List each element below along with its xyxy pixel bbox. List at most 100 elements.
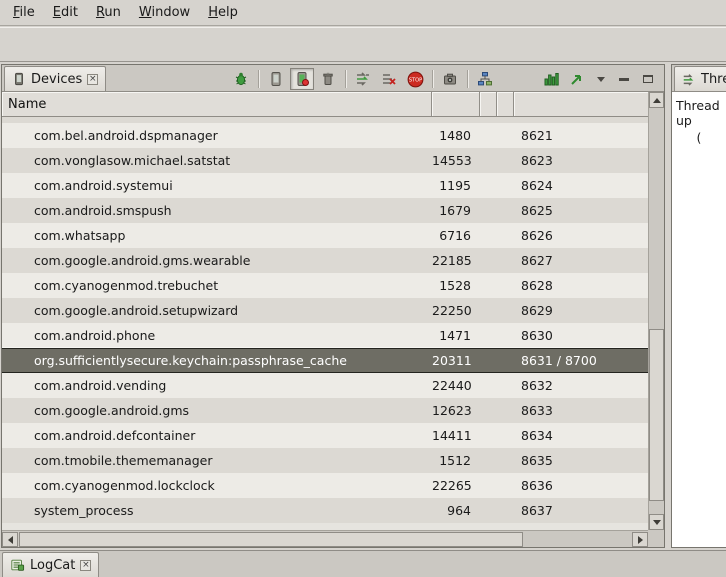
process-pid: 1528 (432, 278, 480, 293)
devices-view-toolbar: STOP (229, 67, 658, 91)
vertical-scroll-thumb[interactable] (649, 329, 664, 502)
scroll-left-icon[interactable] (2, 532, 18, 547)
process-port: 8634 (514, 428, 648, 443)
table-row[interactable]: com.cyanogenmod.trebuchet 1528 8628 (2, 273, 648, 298)
update-threads-icon[interactable] (351, 68, 375, 90)
process-port: 8629 (514, 303, 648, 318)
process-name: com.cyanogenmod.trebuchet (2, 278, 432, 293)
tab-devices[interactable]: Devices × (4, 66, 106, 91)
table-row-selected[interactable]: org.sufficientlysecure.keychain:passphra… (2, 348, 648, 373)
process-pid: 20311 (432, 353, 480, 368)
forward-arrow-icon[interactable] (565, 68, 589, 90)
process-table: Name com.bel.android.dspmanager 1480 862… (2, 92, 648, 547)
process-pid: 22440 (432, 378, 480, 393)
tab-logcat[interactable]: LogCat × (2, 552, 99, 577)
screen-capture-icon[interactable] (438, 68, 462, 90)
table-row[interactable]: com.google.android.gms 12623 8633 (2, 398, 648, 423)
table-row[interactable]: com.cyanogenmod.lockclock 22265 8636 (2, 473, 648, 498)
table-row[interactable]: system_process 964 8637 (2, 498, 648, 523)
table-row[interactable]: com.google.android.setupwizard 22250 862… (2, 298, 648, 323)
table-row[interactable]: com.android.systemui 1195 8624 (2, 173, 648, 198)
table-row[interactable]: com.android.vending 22440 8632 (2, 373, 648, 398)
process-port: 8624 (514, 178, 648, 193)
threads-content: Thread up ( (672, 92, 726, 547)
tab-logcat-label: LogCat (30, 558, 75, 573)
toolbar-separator (345, 70, 346, 88)
method-profiling-chart-icon[interactable] (539, 68, 563, 90)
menu-help[interactable]: Help (199, 2, 247, 23)
column-header-spacer[interactable] (497, 92, 514, 116)
tab-devices-close-icon[interactable]: × (87, 74, 98, 85)
devices-tab-bar: Devices × (2, 65, 664, 92)
table-row[interactable]: com.whatsapp 6716 8626 (2, 223, 648, 248)
menubar: File Edit Run Window Help (0, 0, 726, 26)
horizontal-scroll-thumb[interactable] (19, 532, 523, 547)
process-name: com.cyanogenmod.lockclock (2, 478, 432, 493)
view-menu-icon[interactable] (597, 77, 605, 82)
process-pid: 22265 (432, 478, 480, 493)
process-port: 8628 (514, 278, 648, 293)
tab-threads[interactable]: Threads (674, 66, 726, 91)
stop-process-icon[interactable]: STOP (403, 68, 427, 90)
tab-logcat-close-icon[interactable]: × (80, 560, 91, 571)
table-row[interactable]: com.android.phone 1471 8630 (2, 323, 648, 348)
process-pid: 1195 (432, 178, 480, 193)
process-name: com.android.systemui (2, 178, 432, 193)
column-header-pid[interactable] (432, 92, 480, 116)
column-header-name[interactable]: Name (2, 92, 432, 116)
start-method-profiling-icon[interactable] (377, 68, 401, 90)
scroll-down-icon[interactable] (649, 514, 664, 530)
table-row[interactable]: com.tmobile.thememanager 1512 8635 (2, 448, 648, 473)
maximize-icon[interactable] (643, 75, 653, 83)
process-pid: 12623 (432, 403, 480, 418)
process-port: 8636 (514, 478, 648, 493)
process-pid: 6716 (432, 228, 480, 243)
table-row[interactable]: com.google.android.gms.wearable 22185 86… (2, 248, 648, 273)
process-name: com.tmobile.thememanager (2, 453, 432, 468)
svg-text:STOP: STOP (408, 77, 421, 83)
scroll-up-icon[interactable] (649, 92, 664, 108)
process-pid: 1480 (432, 128, 480, 143)
process-pid: 14553 (432, 153, 480, 168)
process-name: com.android.vending (2, 378, 432, 393)
threads-message-line1: Thread up (676, 98, 722, 128)
menu-file[interactable]: File (4, 2, 44, 23)
tab-threads-label: Threads (701, 72, 726, 87)
scrollbar-corner (648, 530, 664, 547)
process-name: com.google.android.setupwizard (2, 303, 432, 318)
gc-icon[interactable] (316, 68, 340, 90)
column-header-spacer[interactable] (480, 92, 497, 116)
process-name: com.whatsapp (2, 228, 432, 243)
process-name: com.bel.android.dspmanager (2, 128, 432, 143)
menu-window[interactable]: Window (130, 2, 199, 23)
column-header-port[interactable] (514, 92, 648, 116)
dump-hprof-icon[interactable] (290, 68, 314, 90)
minimize-icon[interactable] (619, 78, 629, 81)
toolbar-separator (467, 70, 468, 88)
scroll-right-icon[interactable] (632, 532, 648, 547)
threads-panel: Threads Thread up ( (671, 64, 726, 548)
update-heap-icon[interactable] (264, 68, 288, 90)
process-pid: 1679 (432, 203, 480, 218)
process-pid: 14411 (432, 428, 480, 443)
table-row[interactable]: com.android.smspush 1679 8625 (2, 198, 648, 223)
view-hierarchy-icon[interactable] (473, 68, 497, 90)
menu-edit[interactable]: Edit (44, 2, 87, 23)
menu-run[interactable]: Run (87, 2, 130, 23)
process-name: com.google.android.gms.wearable (2, 253, 432, 268)
process-pid: 22185 (432, 253, 480, 268)
debug-process-icon[interactable] (229, 68, 253, 90)
process-port: 8630 (514, 328, 648, 343)
main-toolbar (0, 27, 726, 62)
process-name: com.vonglasow.michael.satstat (2, 153, 432, 168)
table-row[interactable]: com.bel.android.dspmanager 1480 8621 (2, 123, 648, 148)
process-port: 8627 (514, 253, 648, 268)
process-name: com.google.android.gms (2, 403, 432, 418)
process-port: 8631 / 8700 (514, 353, 648, 368)
table-row[interactable]: com.android.defcontainer 14411 8634 (2, 423, 648, 448)
vertical-scrollbar[interactable] (648, 92, 664, 547)
horizontal-scrollbar[interactable] (2, 530, 648, 547)
table-row[interactable]: com.vonglasow.michael.satstat 14553 8623 (2, 148, 648, 173)
devices-panel: Devices × (1, 64, 665, 548)
process-port: 8621 (514, 128, 648, 143)
